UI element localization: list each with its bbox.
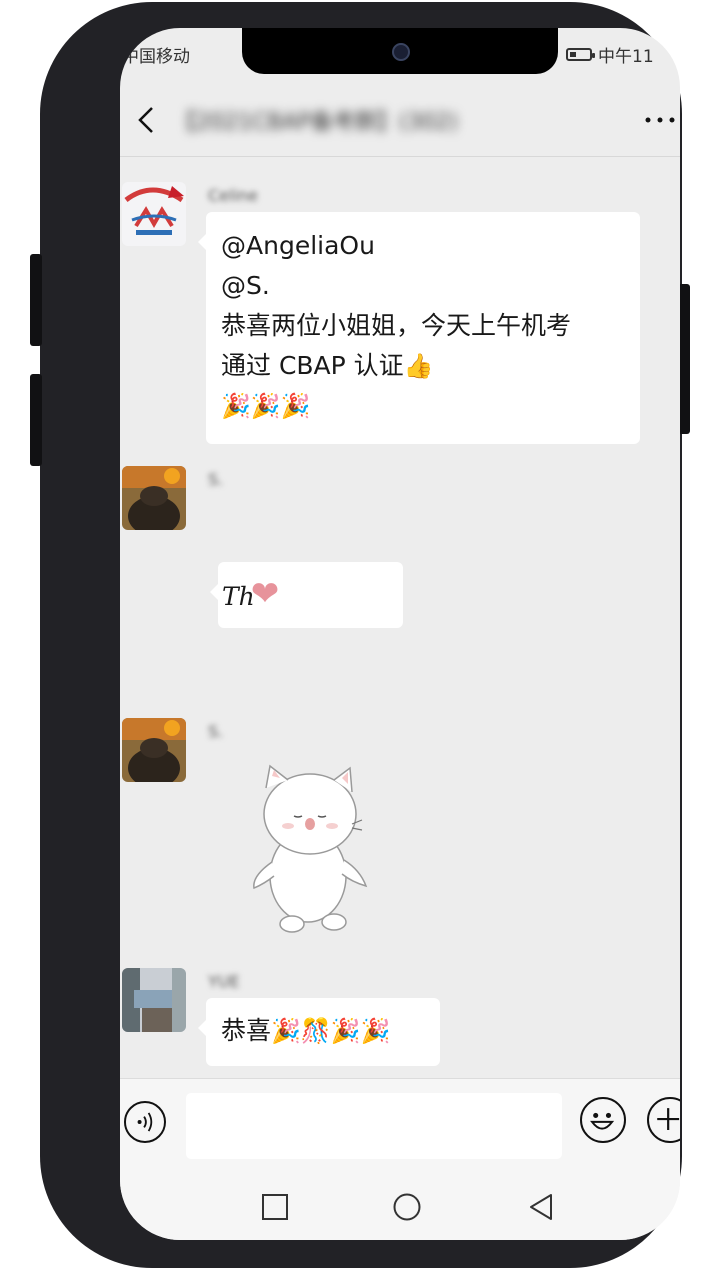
more-options-icon[interactable] (642, 108, 678, 132)
heart-icon: ❤ (250, 574, 280, 614)
back-triangle-icon[interactable] (526, 1192, 556, 1222)
cat-sticker[interactable] (248, 758, 372, 936)
volume-up-button (30, 254, 42, 346)
message-input[interactable] (186, 1093, 562, 1159)
sender-name: Celine (208, 186, 258, 205)
message-text: Th (222, 582, 255, 611)
camera-notch (242, 28, 558, 74)
message-bubble[interactable]: @AngeliaOu @S. 恭喜两位小姐姐，今天上午机考 通过 CBAP 认证… (198, 212, 640, 444)
screen: 中国移动 中午11 【2021CBAP备考群】(302) Celine @Ang… (120, 28, 680, 1240)
party-popper-icon: 🎉🎉🎉 (221, 392, 311, 420)
party-popper-icon: 🎉🎊🎉🎉 (271, 1017, 391, 1045)
sender-avatar[interactable] (122, 718, 186, 782)
home-circle-icon[interactable] (392, 1192, 422, 1222)
message-bubble[interactable]: 恭喜🎉🎊🎉🎉 (198, 998, 440, 1066)
volume-down-button (30, 374, 42, 466)
sender-avatar[interactable] (122, 466, 186, 530)
phone-frame: 中国移动 中午11 【2021CBAP备考群】(302) Celine @Ang… (30, 2, 690, 1268)
status-time: 中午11 (598, 47, 654, 67)
emoji-icon[interactable] (580, 1097, 626, 1143)
back-arrow-icon[interactable] (132, 102, 158, 138)
title-bar: 【2021CBAP备考群】(302) (120, 84, 680, 157)
recents-square-icon[interactable] (260, 1192, 290, 1222)
voice-input-icon[interactable] (124, 1101, 166, 1143)
sender-name: S. (208, 470, 224, 489)
front-camera-icon (392, 43, 410, 61)
battery-icon (566, 48, 595, 61)
message-line: 恭喜两位小姐姐，今天上午机考 (221, 311, 572, 340)
input-area (120, 1078, 680, 1175)
status-right: 中午11 (566, 42, 654, 67)
message-line: @AngeliaOu (221, 231, 375, 260)
thumbs-up-icon: 👍 (403, 352, 434, 380)
sender-avatar[interactable] (122, 968, 186, 1032)
navigation-bar (120, 1174, 680, 1240)
message-bubble[interactable]: Th❤ (210, 562, 403, 628)
sender-name: S. (208, 722, 224, 741)
chat-title: 【2021CBAP备考群】(302) (174, 110, 458, 134)
plus-icon[interactable] (647, 1097, 680, 1143)
message-line-text: 通过 CBAP 认证 (221, 351, 404, 380)
carrier-label: 中国移动 (122, 47, 190, 67)
message-line: 通过 CBAP 认证👍 (221, 346, 626, 386)
message-text: 恭喜 (221, 1016, 272, 1045)
sender-name: YUE (208, 972, 240, 991)
sender-avatar[interactable] (122, 182, 186, 246)
message-line: @S. (221, 271, 270, 300)
